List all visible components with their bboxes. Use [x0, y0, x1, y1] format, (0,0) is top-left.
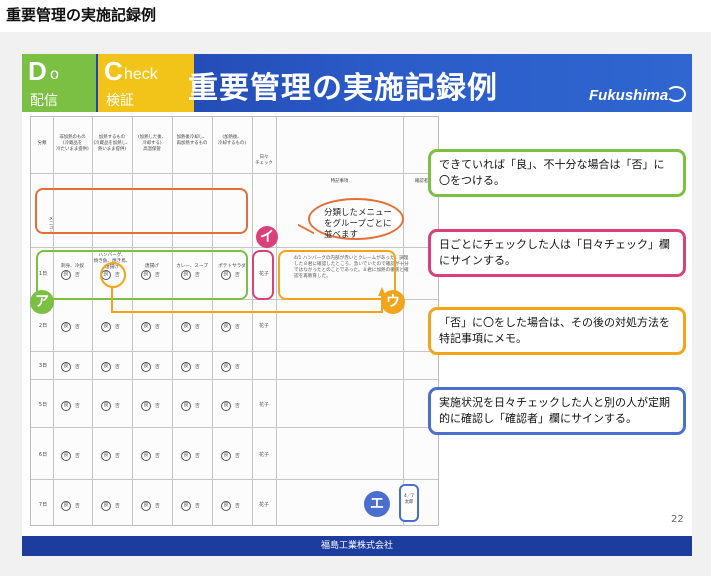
slide-footer: 福島工業株式会社 — [22, 536, 692, 556]
callout-a: ア — [30, 290, 54, 314]
explanation-confirmer: 実施状況を日々チェックした人と別の人が定期的に確認し「確認者」欄にサインする。 — [428, 387, 686, 435]
explanation-notes: 「否」に〇をした場合は、その後の対処方法を特記事項にメモ。 — [428, 307, 686, 355]
explanation-good-ng: できていれば「良」、不十分な場合は「否」に〇をつける。 — [428, 149, 686, 197]
slide: D o 配信 C heck 検証 重要管理の実施記録例 Fukushima 分類 — [22, 54, 692, 556]
explanation-daily-check: 日ごとにチェックした人は「日々チェック」欄にサインする。 — [428, 229, 686, 277]
confirmer-sign: 4／7 太郎 — [399, 484, 419, 522]
page-heading: 重要管理の実施記録例 — [6, 6, 157, 24]
callout-e: エ — [364, 491, 390, 517]
arrow-ng-to-note — [111, 287, 386, 313]
callout-i: イ — [256, 226, 278, 248]
page-number: 22 — [671, 514, 684, 525]
menu-group-bubble: 分類したメニュー をグループごとに 並べます — [308, 198, 404, 240]
callout-u: ウ — [381, 290, 405, 314]
